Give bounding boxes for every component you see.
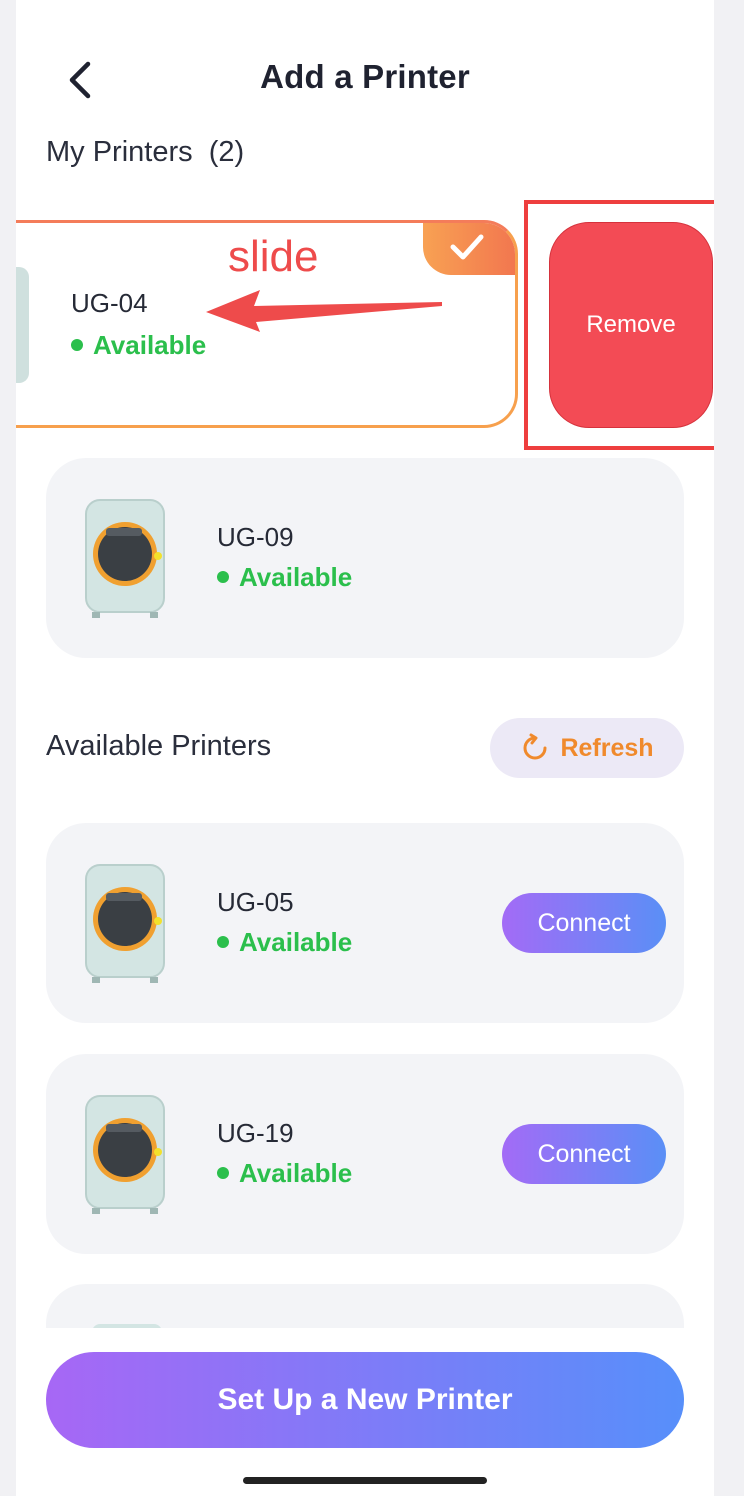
printer-name: UG-04 bbox=[71, 288, 148, 318]
status-dot-icon bbox=[71, 339, 83, 352]
printer-name: UG-09 bbox=[217, 522, 294, 552]
refresh-label: Refresh bbox=[560, 733, 654, 762]
printer-image bbox=[16, 267, 29, 383]
slide-annotation: slide bbox=[228, 232, 319, 281]
printer-status: Available bbox=[217, 1158, 352, 1189]
printer-status: Available bbox=[71, 330, 206, 361]
status-dot-icon bbox=[217, 936, 229, 949]
printer-image bbox=[85, 864, 165, 983]
available-printers-title: Available Printers bbox=[46, 730, 272, 762]
printer-status-text: Available bbox=[239, 927, 353, 957]
connect-button[interactable]: Connect bbox=[502, 893, 666, 953]
my-printers-heading: My Printers (2) bbox=[46, 136, 244, 169]
setup-new-printer-button[interactable]: Set Up a New Printer bbox=[46, 1352, 684, 1448]
status-dot-icon bbox=[217, 1167, 229, 1180]
printer-status-text: Available bbox=[239, 1158, 353, 1188]
check-icon bbox=[450, 234, 484, 260]
selected-badge bbox=[423, 223, 515, 275]
my-printers-title: My Printers bbox=[46, 136, 193, 168]
app-screen: Add a Printer My Printers (2) UG-04 Avai… bbox=[16, 0, 714, 1496]
status-dot-icon bbox=[217, 571, 229, 584]
printer-name: UG-05 bbox=[217, 887, 294, 917]
printer-status: Available bbox=[217, 562, 352, 593]
my-printers-count: (2) bbox=[208, 136, 245, 168]
refresh-button[interactable]: Refresh bbox=[490, 718, 684, 778]
printer-image bbox=[85, 499, 165, 618]
connect-button[interactable]: Connect bbox=[502, 1124, 666, 1184]
printer-status: Available bbox=[217, 927, 352, 958]
printer-name: UG-19 bbox=[217, 1118, 294, 1148]
arrow-left-icon bbox=[206, 290, 442, 332]
printer-image bbox=[85, 1095, 165, 1214]
remove-button[interactable]: Remove bbox=[549, 222, 713, 428]
home-indicator bbox=[243, 1477, 487, 1484]
page-title: Add a Printer bbox=[260, 58, 470, 95]
refresh-icon bbox=[523, 733, 547, 760]
printer-status-text: Available bbox=[93, 330, 207, 360]
available-printer-card[interactable]: UG-05 Available Connect bbox=[46, 823, 684, 1023]
my-printer-card[interactable]: UG-09 Available bbox=[46, 458, 684, 658]
available-printer-card[interactable]: UG-19 Available Connect bbox=[46, 1054, 684, 1254]
printer-status-text: Available bbox=[239, 562, 353, 592]
